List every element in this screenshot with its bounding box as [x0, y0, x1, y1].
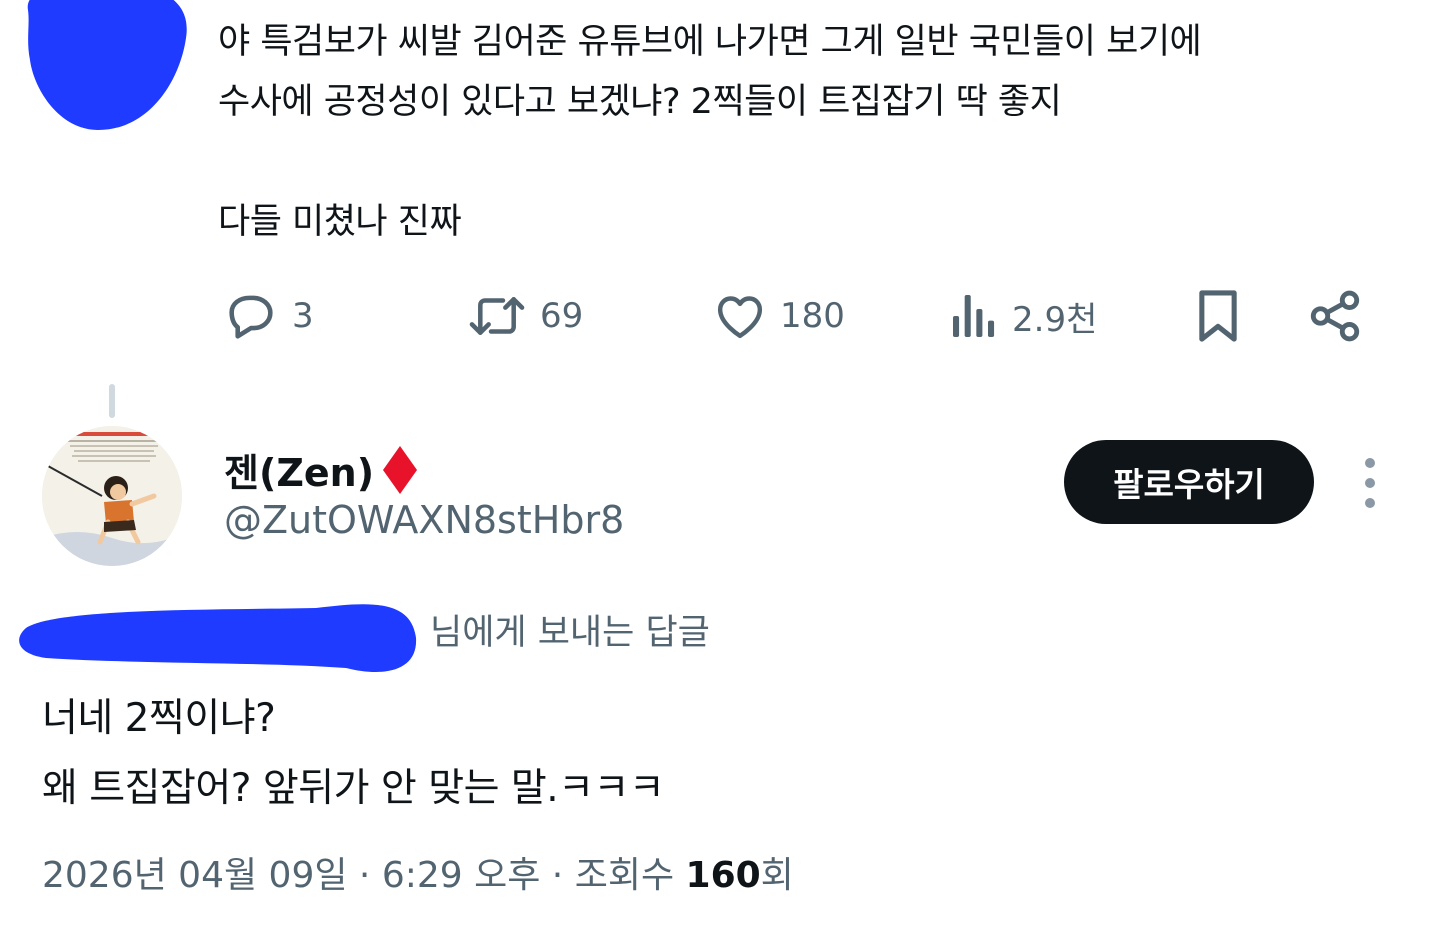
share-button[interactable] — [1306, 280, 1364, 352]
heart-icon — [717, 296, 763, 339]
avatar-illustration — [42, 426, 182, 566]
views-label: 조회수 — [574, 855, 686, 896]
views-button[interactable]: 2.9천 — [948, 280, 1097, 352]
more-vertical-icon-dot — [1365, 498, 1375, 508]
reply-count: 3 — [292, 296, 314, 336]
bookmark-button[interactable] — [1192, 280, 1244, 352]
bookmark-icon — [1199, 290, 1237, 342]
replying-to-label: 님에게 보내는 답글 — [430, 613, 710, 653]
follow-button[interactable]: 팔로우하기 — [1064, 440, 1314, 524]
more-vertical-icon-dot — [1365, 478, 1375, 488]
red-diamond-icon — [383, 445, 418, 494]
bar-chart-icon — [953, 295, 995, 337]
thread-connector-line — [109, 384, 115, 418]
author-display-name[interactable]: 젠(Zen) — [224, 442, 420, 497]
redacted-avatar — [27, 0, 187, 130]
meta-separator: · — [540, 855, 575, 896]
redacted-replying-to-handle — [19, 604, 417, 673]
avatar[interactable] — [42, 426, 182, 566]
like-count: 180 — [780, 296, 845, 336]
views-suffix: 회 — [760, 855, 794, 896]
meta-separator: · — [347, 855, 382, 896]
author-handle[interactable]: @ZutOWAXN8stHbr8 — [224, 498, 624, 542]
reply-bubble-icon — [229, 295, 273, 339]
views-count: 2.9천 — [1012, 299, 1098, 340]
tweet-action-bar: 3 69 180 2.9천 — [0, 280, 1440, 352]
tweet-metadata: 2026년 04월 09일 · 6:29 오후 · 조회수 160 회 — [42, 846, 794, 898]
views-number: 160 — [685, 855, 761, 896]
parent-tweet-text: 야 특검보가 씨발 김어준 유튜브에 나가면 그게 일반 국민들이 보기에 수사… — [218, 22, 1202, 242]
author-name-text: 젠(Zen) — [224, 451, 375, 495]
more-options-button[interactable] — [1350, 458, 1390, 508]
reply-button[interactable]: 3 — [222, 280, 314, 352]
reply-tweet-text: 너네 2찍이냐? 왜 트집잡어? 앞뒤가 안 맞는 말.ㅋㅋㅋ — [42, 696, 665, 811]
tweet-date[interactable]: 2026년 04월 09일 — [42, 846, 347, 898]
more-vertical-icon-dot — [1365, 458, 1375, 468]
retweet-button[interactable]: 69 — [466, 280, 583, 352]
share-icon — [1310, 290, 1360, 342]
retweet-count: 69 — [540, 296, 584, 336]
retweet-icon — [469, 297, 525, 335]
like-button[interactable]: 180 — [712, 280, 845, 352]
tweet-time[interactable]: 6:29 오후 — [382, 846, 541, 898]
